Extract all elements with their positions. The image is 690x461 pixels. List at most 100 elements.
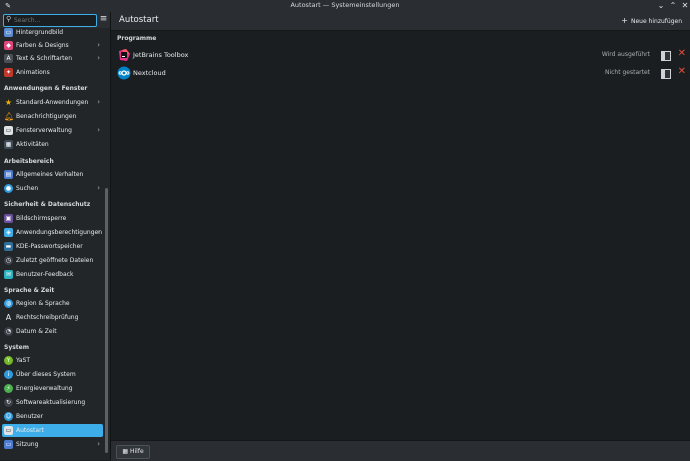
clock-icon: ◔ bbox=[4, 327, 13, 336]
chevron-right-icon: › bbox=[97, 126, 100, 134]
sidebar-item-label: Anwendungsberechtigungen bbox=[16, 229, 103, 236]
close-icon[interactable]: ✕ bbox=[680, 1, 690, 11]
autostart-icon: ▭ bbox=[4, 426, 13, 435]
sidebar-item-label: Standard-Anwendungen bbox=[16, 99, 89, 106]
plus-icon: + bbox=[621, 16, 628, 25]
window-title: Autostart — Systemeinstellungen bbox=[290, 1, 400, 9]
program-row[interactable]: Nextcloud Nicht gestartet ✕ bbox=[115, 64, 690, 82]
sidebar-item-label: Benachrichtigungen bbox=[16, 113, 77, 120]
shield-icon: ◈ bbox=[4, 228, 13, 237]
sidebar-item-label: Softwareaktualisierung bbox=[16, 399, 86, 406]
sidebar-item-autostart[interactable]: ▭ Autostart bbox=[2, 424, 103, 437]
star-icon: ★ bbox=[4, 98, 13, 107]
main-header: Autostart + Neue hinzufügen bbox=[111, 12, 690, 31]
program-name: Nextcloud bbox=[133, 69, 166, 77]
help-button[interactable]: ▦ Hilfe bbox=[116, 445, 150, 459]
sidebar-item-window-management[interactable]: ▭ Fensterverwaltung › bbox=[2, 124, 103, 137]
chevron-right-icon: › bbox=[97, 54, 100, 62]
sidebar-item-about-system[interactable]: i Über dieses System bbox=[2, 368, 103, 381]
wallpaper-icon: ▭ bbox=[4, 28, 13, 37]
sidebar-item-label: Benutzer-Feedback bbox=[16, 271, 74, 278]
section-header-system: System bbox=[4, 344, 29, 351]
sidebar-item-animations[interactable]: ✦ Animations bbox=[2, 66, 103, 79]
sidebar-item-label: Über dieses System bbox=[16, 371, 76, 378]
sidebar-scrollbar[interactable] bbox=[104, 28, 110, 460]
footer-bar: ▦ Hilfe bbox=[111, 440, 690, 461]
recent-files-icon: ◷ bbox=[4, 256, 13, 265]
program-status: Wird ausgeführt bbox=[601, 51, 650, 58]
globe-icon: ◍ bbox=[4, 299, 13, 308]
sidebar-item-label: Datum & Zeit bbox=[16, 328, 57, 335]
window-icon: ▭ bbox=[4, 126, 13, 135]
sidebar-item-spellcheck[interactable]: A Rechtschreibprüfung bbox=[2, 311, 103, 324]
wallet-icon: ▬ bbox=[4, 242, 13, 251]
add-new-label: Neue hinzufügen bbox=[630, 18, 682, 25]
animation-icon: ✦ bbox=[4, 68, 13, 77]
sidebar-item-yast[interactable]: Y YaST bbox=[2, 354, 103, 367]
sidebar-item-activities[interactable]: ▦ Aktivitäten bbox=[2, 138, 103, 151]
sidebar-item-label: Aktivitäten bbox=[16, 141, 49, 148]
font-icon: A bbox=[4, 54, 13, 63]
sidebar-item-label: Energieverwaltung bbox=[16, 385, 73, 392]
minimize-icon[interactable]: ⌄ bbox=[656, 1, 666, 11]
remove-icon[interactable]: ✕ bbox=[678, 66, 686, 77]
sidebar-item-app-permissions[interactable]: ◈ Anwendungsberechtigungen › bbox=[2, 226, 103, 239]
sidebar-item-users[interactable]: ☺ Benutzer bbox=[2, 410, 103, 423]
sidebar-item-label: Region & Sprache bbox=[16, 300, 70, 307]
sidebar-item-kde-wallet[interactable]: ▬ KDE-Passwortspeicher bbox=[2, 240, 103, 253]
chevron-right-icon: › bbox=[97, 228, 100, 236]
sidebar-item-user-feedback[interactable]: ✉ Benutzer-Feedback bbox=[2, 268, 103, 281]
properties-icon[interactable] bbox=[661, 69, 671, 79]
sidebar-item-session[interactable]: ▭ Sitzung › bbox=[2, 438, 103, 451]
search-field[interactable]: ⚲ bbox=[3, 14, 97, 27]
sidebar-item-label: Bildschirmsperre bbox=[16, 215, 67, 222]
chevron-right-icon: › bbox=[97, 184, 100, 192]
sidebar-item-text-fonts[interactable]: A Text & Schriftarten › bbox=[2, 52, 103, 65]
info-icon: i bbox=[4, 370, 13, 379]
sidebar-item-general-behavior[interactable]: ▤ Allgemeines Verhalten bbox=[2, 168, 103, 181]
properties-icon[interactable] bbox=[661, 51, 671, 61]
sidebar-item-search[interactable]: ● Suchen › bbox=[2, 182, 103, 195]
update-icon: ↻ bbox=[4, 398, 13, 407]
sidebar-item-notifications[interactable]: 🔔︎ Benachrichtigungen bbox=[2, 110, 103, 123]
section-header-language-time: Sprache & Zeit bbox=[4, 287, 55, 294]
search-input[interactable] bbox=[14, 15, 92, 26]
program-row[interactable]: JetBrains Toolbox Wird ausgeführt ✕ bbox=[115, 46, 690, 64]
section-header-security: Sicherheit & Datenschutz bbox=[4, 201, 91, 208]
help-label: Hilfe bbox=[130, 448, 144, 455]
help-icon: ▦ bbox=[122, 448, 128, 455]
chevron-right-icon: › bbox=[97, 440, 100, 448]
user-icon: ☺ bbox=[4, 412, 13, 421]
search-globe-icon: ● bbox=[4, 184, 13, 193]
program-status: Nicht gestartet bbox=[604, 69, 650, 76]
section-header-apps-windows: Anwendungen & Fenster bbox=[4, 85, 88, 92]
sidebar-item-default-apps[interactable]: ★ Standard-Anwendungen › bbox=[2, 96, 103, 109]
page-title: Autostart bbox=[119, 15, 159, 25]
search-icon: ⚲ bbox=[6, 15, 12, 23]
sidebar-item-software-update[interactable]: ↻ Softwareaktualisierung bbox=[2, 396, 103, 409]
sidebar-item-screen-lock[interactable]: ▣ Bildschirmsperre bbox=[2, 212, 103, 225]
sidebar-item-label: Allgemeines Verhalten bbox=[16, 171, 84, 178]
sidebar-item-label: Farben & Designs bbox=[16, 42, 69, 49]
feedback-icon: ✉ bbox=[4, 270, 13, 279]
sidebar-scrollbar-thumb[interactable] bbox=[105, 188, 108, 453]
sidebar-item-colors-themes[interactable]: ◆ Farben & Designs › bbox=[2, 39, 103, 52]
add-new-button[interactable]: + Neue hinzufügen bbox=[621, 16, 682, 25]
chevron-right-icon: › bbox=[97, 98, 100, 106]
chevron-right-icon: › bbox=[97, 41, 100, 49]
sidebar-item-label: Benutzer bbox=[16, 413, 44, 420]
sidebar-item-label: Autostart bbox=[16, 427, 44, 434]
sidebar-item-recent-files[interactable]: ◷ Zuletzt geöffnete Dateien bbox=[2, 254, 103, 267]
sidebar-item-wallpaper[interactable]: ▭ Hintergrundbild bbox=[2, 28, 103, 39]
maximize-icon[interactable]: ⌃ bbox=[668, 1, 678, 11]
hamburger-menu-icon[interactable]: ≡ bbox=[99, 14, 108, 25]
sidebar: ⚲ ≡ ▭ Hintergrundbild ◆ Farben & Designs… bbox=[0, 12, 111, 460]
sidebar-item-power-management[interactable]: ⚡ Energieverwaltung bbox=[2, 382, 103, 395]
yast-icon: Y bbox=[4, 356, 13, 365]
remove-icon[interactable]: ✕ bbox=[678, 48, 686, 59]
sidebar-item-date-time[interactable]: ◔ Datum & Zeit bbox=[2, 325, 103, 338]
section-header-workspace: Arbeitsbereich bbox=[4, 158, 54, 165]
battery-icon: ⚡ bbox=[4, 384, 13, 393]
sidebar-item-region-language[interactable]: ◍ Region & Sprache bbox=[2, 297, 103, 310]
bell-icon: 🔔︎ bbox=[4, 112, 15, 121]
